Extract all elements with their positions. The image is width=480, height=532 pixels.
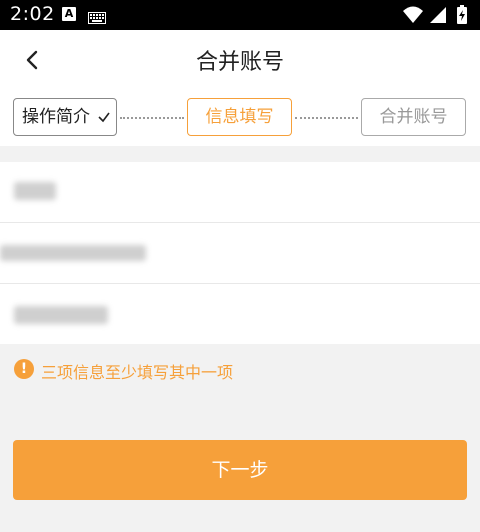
redacted-value	[14, 306, 108, 324]
form-row	[0, 223, 480, 284]
step-fill-info-label: 信息填写	[205, 107, 274, 127]
redacted-value	[14, 182, 56, 200]
page-title: 合并账号	[195, 50, 284, 75]
form-row	[0, 162, 480, 223]
status-bar: 2:02 A	[0, 0, 480, 30]
redacted-value	[0, 245, 146, 261]
exclamation-circle-icon: !	[14, 359, 34, 379]
signal-icon	[430, 7, 446, 23]
status-time: 2:02	[10, 3, 55, 25]
step-merge: 合并账号	[361, 98, 466, 136]
step-fill-info: 信息填写	[187, 98, 292, 136]
wifi-icon	[403, 6, 423, 23]
keyboard-icon	[88, 9, 106, 28]
step-connector	[120, 117, 184, 119]
next-step-button[interactable]: 下一步	[13, 440, 467, 500]
step-indicator: 操作简介 信息填写 合并账号	[0, 90, 480, 146]
info-form	[0, 162, 480, 344]
app-header: 合并账号	[0, 30, 480, 90]
battery-charging-icon	[457, 5, 467, 24]
step-intro: 操作简介	[13, 98, 117, 136]
step-merge-label: 合并账号	[379, 107, 448, 127]
status-right-icons	[402, 5, 472, 29]
step-connector	[295, 117, 358, 119]
notification-app-icon: A	[62, 7, 76, 21]
check-icon	[98, 112, 110, 123]
form-row	[0, 284, 480, 344]
hint-text: 三项信息至少填写其中一项	[41, 363, 234, 382]
step-intro-label: 操作简介	[22, 107, 90, 127]
info-input-1[interactable]	[0, 162, 480, 222]
